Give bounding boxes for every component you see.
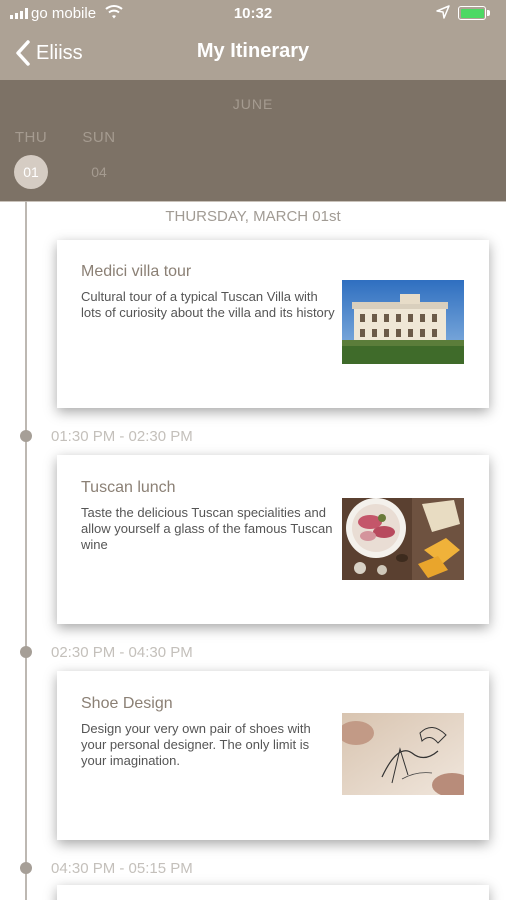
- weekday-sun: SUN: [82, 129, 116, 146]
- status-bar: go mobile 10:32: [0, 0, 506, 28]
- event-card-tuscan-lunch[interactable]: Tuscan lunch Taste the delicious Tuscan …: [57, 455, 489, 624]
- page-title: My Itinerary: [196, 40, 310, 62]
- event-time: 04:30 PM - 05:15 PM: [51, 860, 193, 877]
- event-title: Shoe Design: [81, 695, 173, 712]
- food-photo: [342, 498, 464, 580]
- timeline-dot: [20, 430, 32, 442]
- event-description: Cultural tour of a typical Tuscan Villa …: [81, 289, 335, 320]
- timeline-dot: [20, 646, 32, 658]
- event-time: 01:30 PM - 02:30 PM: [51, 428, 193, 445]
- shoe-sketch-photo: [342, 713, 464, 795]
- timeline-dot: [20, 862, 32, 874]
- app-header: go mobile 10:32 Eliiss My Itinerary: [0, 0, 506, 80]
- divider: [0, 201, 506, 202]
- event-time: 02:30 PM - 04:30 PM: [51, 644, 193, 661]
- date-04[interactable]: 04: [82, 155, 116, 189]
- event-title: Tuscan lunch: [81, 479, 176, 496]
- battery-tip: [487, 10, 490, 16]
- event-title: Medici villa tour: [81, 263, 192, 280]
- itinerary-date-header: THURSDAY, MARCH 01st: [165, 208, 341, 225]
- date-picker: JUNE THU SUN 01 04: [0, 80, 506, 201]
- event-description: Taste the delicious Tuscan specialities …: [81, 505, 333, 552]
- date-01-selected[interactable]: 01: [14, 155, 48, 189]
- event-card-shoe-design[interactable]: Shoe Design Design your very own pair of…: [57, 671, 489, 840]
- timeline-line: [25, 201, 27, 900]
- location-arrow-icon: [436, 5, 450, 19]
- status-time: 10:32: [233, 5, 273, 22]
- weekday-thu: THU: [14, 129, 48, 146]
- event-card-medici-villa[interactable]: Medici villa tour Cultural tour of a typ…: [57, 240, 489, 408]
- event-description: Design your very own pair of shoes with …: [81, 721, 311, 768]
- month-label: JUNE: [232, 96, 274, 112]
- event-card[interactable]: [57, 885, 489, 900]
- villa-photo: [342, 280, 464, 364]
- battery-level: [460, 8, 484, 18]
- battery-icon: [458, 6, 486, 20]
